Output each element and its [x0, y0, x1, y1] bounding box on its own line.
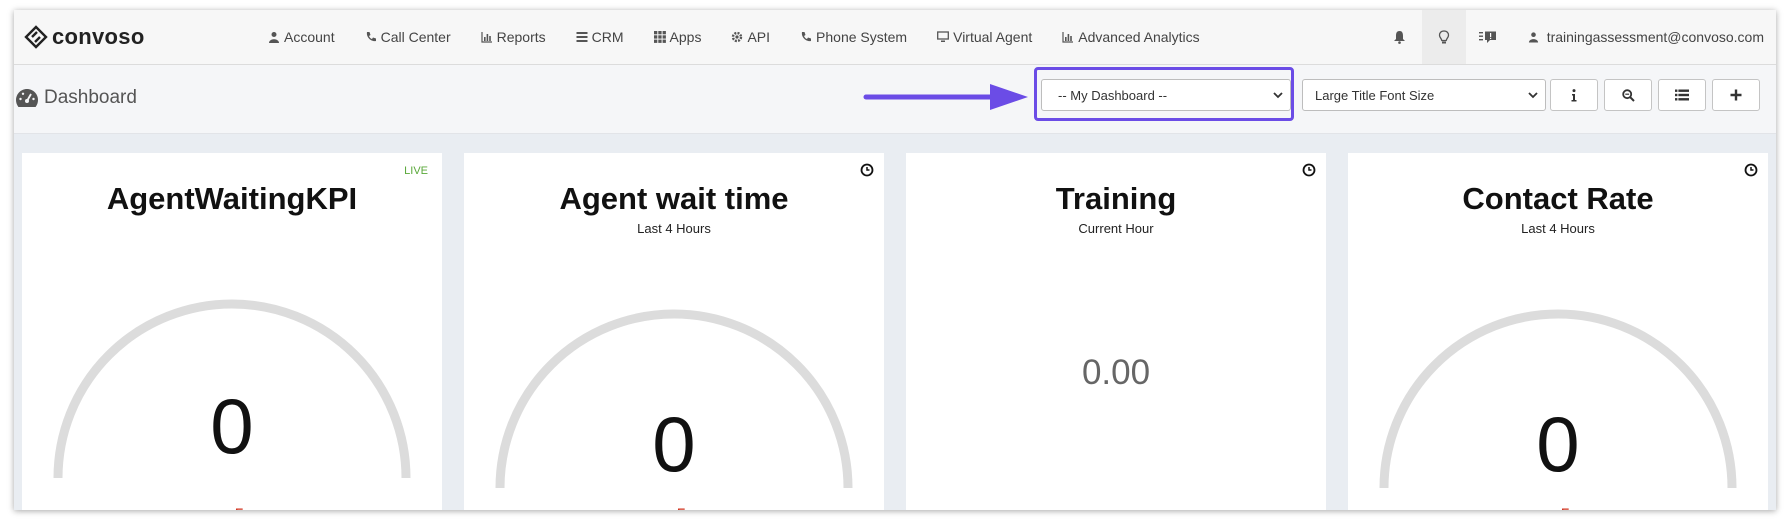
widget-agent-waiting-kpi: LIVE AgentWaitingKPI 0 < 5 — [22, 153, 442, 510]
widget-agent-wait-time: Agent wait time Last 4 Hours 0 < 5 — [464, 153, 884, 510]
widget-subtitle: Last 4 Hours — [1521, 221, 1595, 236]
convoso-logo-icon — [24, 25, 48, 49]
font-size-select[interactable]: Large Title Font Size — [1302, 79, 1546, 111]
nav-crm-label: CRM — [591, 29, 624, 45]
user-menu[interactable]: trainingassessment@convoso.com — [1510, 29, 1776, 45]
chevron-down-icon — [1273, 92, 1283, 99]
phone-icon — [366, 32, 376, 42]
clock-icon[interactable] — [860, 163, 874, 177]
dashboard-select-value: -- My Dashboard -- — [1058, 87, 1168, 103]
widget-threshold: < 5 — [22, 505, 442, 510]
zoom-button[interactable] — [1604, 79, 1652, 111]
widget-title: Contact Rate — [1462, 181, 1654, 216]
top-navbar: convoso Account Call Center Reports CRM … — [14, 10, 1776, 65]
grid-icon — [653, 31, 666, 43]
main-menu: Account Call Center Reports CRM Apps API — [268, 10, 1230, 64]
monitor-icon — [937, 31, 950, 42]
chevron-down-icon — [1528, 92, 1538, 99]
nav-account[interactable]: Account — [268, 29, 335, 45]
clock-icon[interactable] — [1302, 163, 1316, 177]
user-email: trainingassessment@convoso.com — [1546, 29, 1764, 45]
nav-phone-system[interactable]: Phone System — [800, 29, 907, 45]
widget-contact-rate: Contact Rate Last 4 Hours 0 < 5 — [1348, 153, 1768, 510]
nav-virtual-agent-label: Virtual Agent — [953, 29, 1033, 45]
list-icon — [576, 32, 588, 42]
widget-value: 0.00 — [1081, 353, 1151, 392]
live-badge: LIVE — [404, 165, 428, 177]
nav-advanced-analytics[interactable]: Advanced Analytics — [1062, 29, 1200, 45]
notifications-button[interactable] — [1378, 10, 1422, 64]
widget-threshold: < 5 — [464, 505, 884, 510]
nav-call-center-label: Call Center — [380, 29, 451, 45]
font-size-select-value: Large Title Font Size — [1315, 87, 1435, 103]
widget-threshold: < 5 — [1348, 505, 1768, 510]
nav-apps-label: Apps — [669, 29, 702, 45]
logo-text: convoso — [52, 24, 145, 49]
nav-account-label: Account — [284, 29, 335, 45]
widget-value: 0 — [652, 400, 696, 488]
list-view-button[interactable] — [1658, 79, 1706, 111]
dashboard-gauge-icon — [16, 89, 38, 107]
message-list-icon — [1478, 31, 1496, 43]
app-window: convoso Account Call Center Reports CRM … — [14, 10, 1776, 510]
dashboard-header: Dashboard -- My Dashboard -- Large Title… — [14, 65, 1776, 134]
add-widget-button[interactable] — [1712, 79, 1760, 111]
clock-icon[interactable] — [1744, 163, 1758, 177]
navbar-right: trainingassessment@convoso.com — [1378, 10, 1776, 64]
list-icon — [1675, 89, 1689, 101]
widget-subtitle: Last 4 Hours — [637, 221, 711, 236]
widget-training: Training Current Hour 0.00 — [906, 153, 1326, 510]
widget-title: AgentWaitingKPI — [106, 181, 358, 216]
widget-title: Agent wait time — [559, 181, 789, 216]
widget-value: 0 — [1536, 400, 1580, 488]
dashboard-title-text: Dashboard — [44, 87, 137, 108]
widget-value: 0 — [210, 382, 254, 470]
nav-api[interactable]: API — [731, 29, 770, 45]
annotation-arrow-icon — [863, 84, 1028, 110]
nav-call-center[interactable]: Call Center — [365, 29, 451, 45]
nav-apps[interactable]: Apps — [653, 29, 702, 45]
nav-virtual-agent[interactable]: Virtual Agent — [937, 29, 1032, 45]
bell-icon — [1394, 31, 1406, 44]
widget-subtitle: Current Hour — [1078, 221, 1154, 236]
bar-chart-icon — [1062, 32, 1074, 43]
nav-api-label: API — [747, 29, 771, 45]
dashboard-select[interactable]: -- My Dashboard -- — [1041, 79, 1291, 111]
brand-logo[interactable]: convoso — [24, 24, 145, 50]
plus-icon — [1730, 89, 1742, 101]
nav-reports-label: Reports — [496, 29, 546, 45]
nav-phone-system-label: Phone System — [816, 29, 908, 45]
messages-button[interactable] — [1466, 10, 1510, 64]
lightbulb-icon — [1438, 29, 1449, 43]
nav-advanced-analytics-label: Advanced Analytics — [1078, 29, 1200, 45]
info-icon — [1571, 88, 1577, 101]
tips-button[interactable] — [1421, 10, 1466, 64]
gear-icon — [732, 31, 743, 43]
search-icon — [1621, 88, 1635, 102]
phone-icon — [801, 32, 812, 42]
info-button[interactable] — [1550, 79, 1598, 111]
bar-chart-icon — [481, 32, 492, 43]
nav-crm[interactable]: CRM — [576, 29, 624, 45]
page-title: Dashboard — [16, 87, 137, 109]
widget-title: Training — [1055, 181, 1177, 216]
user-icon — [269, 32, 279, 43]
user-icon — [1528, 32, 1538, 43]
nav-reports[interactable]: Reports — [481, 29, 546, 45]
